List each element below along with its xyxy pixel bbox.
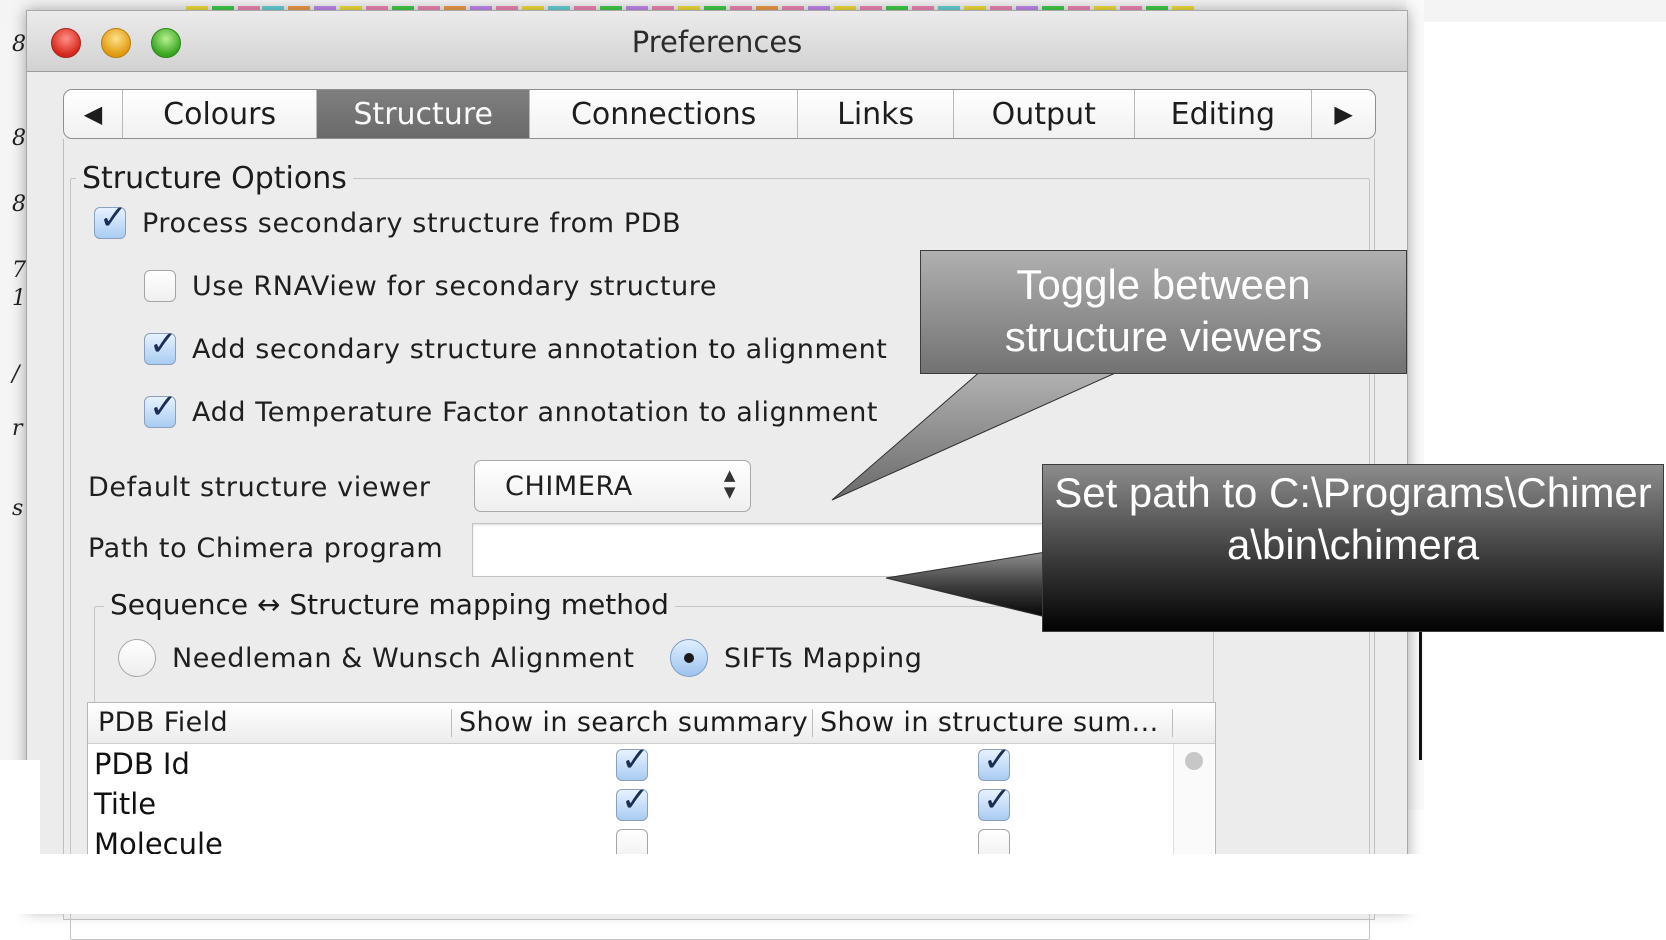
path-callout: Set path to C:\Programs\Chimera\bin\chim… (1042, 464, 1664, 632)
path-callout-pointer (885, 551, 1047, 618)
callout-pointers (831, 369, 1123, 618)
viewer-callout: Toggle between structure viewers (920, 250, 1407, 374)
viewer-callout-text: Toggle between structure viewers (1004, 261, 1323, 360)
path-callout-text: Set path to C:\Programs\Chimera\bin\chim… (1054, 469, 1652, 568)
